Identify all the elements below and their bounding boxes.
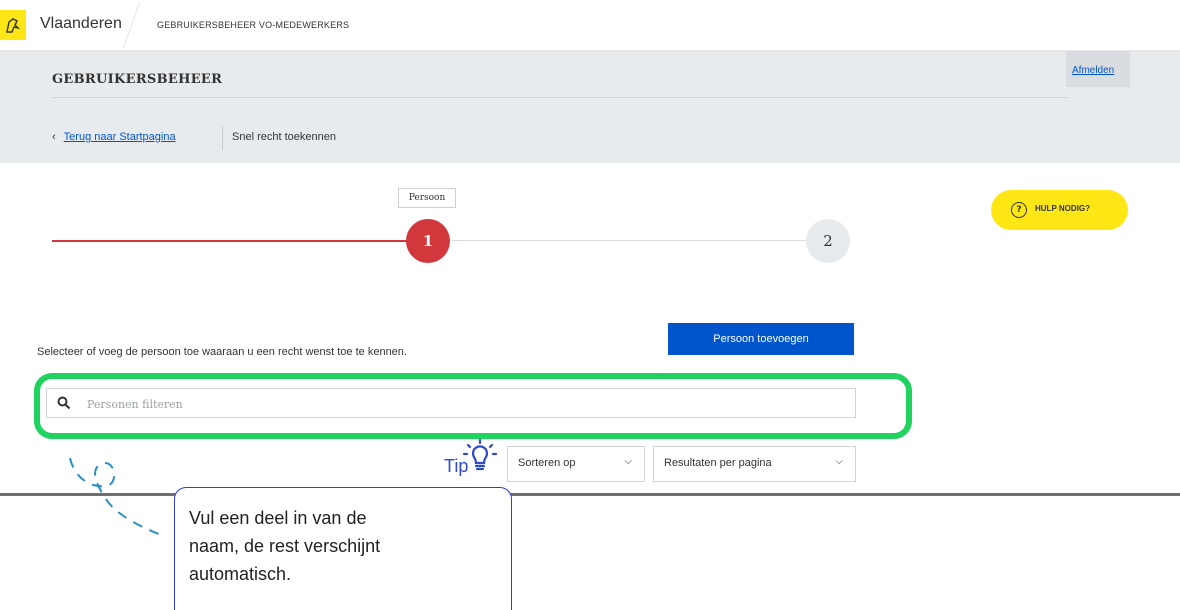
brand-separator xyxy=(122,2,141,48)
sort-label: Sorteren op xyxy=(518,457,576,469)
breadcrumb-current: Snel recht toekennen xyxy=(232,131,336,143)
vlaanderen-logo[interactable] xyxy=(0,10,26,40)
add-person-button[interactable]: Persoon toevoegen xyxy=(668,323,854,355)
callout-line-1: Vul een deel in van de xyxy=(189,508,367,528)
progress-line-pending xyxy=(452,240,808,241)
progress-line-complete xyxy=(52,240,408,242)
brand-name[interactable]: Vlaanderen xyxy=(40,15,122,33)
callout-line-2: naam, de rest verschijnt xyxy=(189,536,381,556)
instruction-text: Selecteer of voeg de persoon toe waaraan… xyxy=(37,346,407,358)
chevron-down-icon: ⌵ xyxy=(835,456,843,467)
per-page-label: Resultaten per pagina xyxy=(664,457,772,469)
lightbulb-icon xyxy=(462,438,498,471)
callout-line-3: automatisch. xyxy=(189,564,292,584)
help-label: HULP NODIG? xyxy=(1035,204,1090,213)
page-header xyxy=(0,51,1180,163)
logout-area: Afmelden xyxy=(1066,51,1130,87)
callout-text: Vul een deel in van de naam, de rest ver… xyxy=(189,504,380,588)
header-divider xyxy=(52,97,1067,98)
step-1-label: Persoon xyxy=(398,188,456,208)
step-2-indicator[interactable]: 2 xyxy=(806,219,850,263)
results-per-page-select[interactable]: Resultaten per pagina ⌵ xyxy=(653,446,856,482)
logout-link[interactable]: Afmelden xyxy=(1072,65,1114,76)
breadcrumb-separator xyxy=(222,126,223,150)
tip-callout: Vul een deel in van de naam, de rest ver… xyxy=(174,487,512,610)
step-1-indicator[interactable]: 1 xyxy=(406,219,450,263)
app-title: GEBRUIKERSBEHEER VO-MEDEWERKERS xyxy=(157,20,350,30)
question-icon: ? xyxy=(1011,202,1027,218)
top-bar: Vlaanderen GEBRUIKERSBEHEER VO-MEDEWERKE… xyxy=(0,0,1180,51)
page-title: GEBRUIKERSBEHEER xyxy=(52,72,223,87)
lion-icon xyxy=(6,18,21,33)
highlight-frame xyxy=(34,373,912,439)
back-link[interactable]: Terug naar Startpagina xyxy=(64,131,176,143)
breadcrumb: ‹ Terug naar Startpagina xyxy=(52,131,176,143)
help-button[interactable]: ? HULP NODIG? xyxy=(991,190,1128,230)
chevron-down-icon: ⌵ xyxy=(624,456,632,467)
chevron-left-icon: ‹ xyxy=(52,131,56,143)
callout-pointer xyxy=(69,457,165,537)
sort-select[interactable]: Sorteren op ⌵ xyxy=(507,446,645,482)
